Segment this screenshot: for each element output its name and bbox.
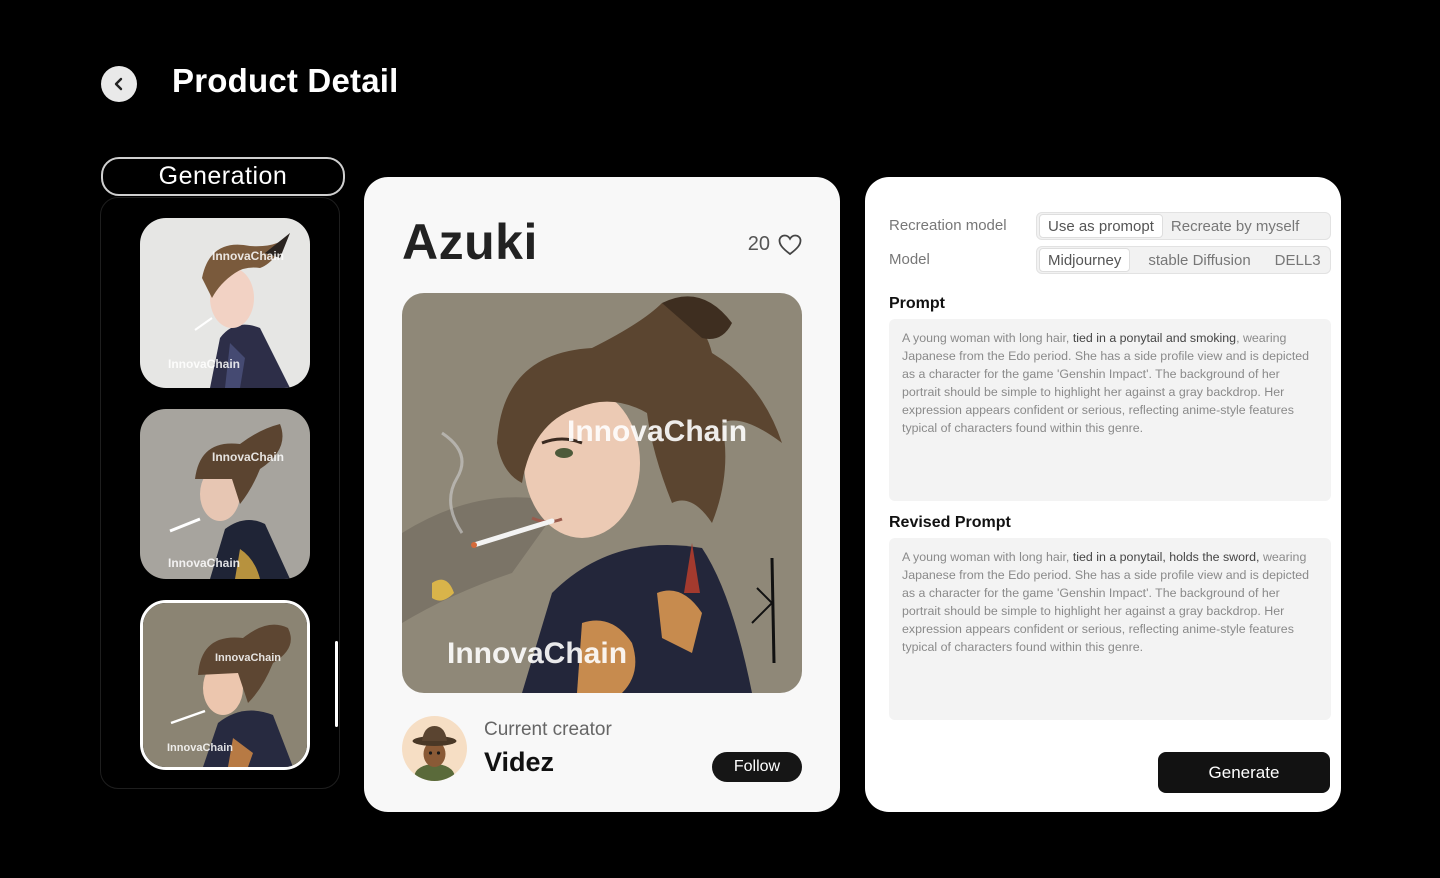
option-use-as-prompt[interactable]: Use as promopt — [1039, 214, 1163, 238]
prompt-title: Prompt — [889, 295, 945, 312]
generation-image: InnovaChain InnovaChain — [143, 603, 307, 767]
avatar-image — [402, 716, 467, 781]
follow-button[interactable]: Follow — [712, 752, 802, 782]
creator-label: Current creator — [484, 719, 612, 740]
watermark-text: InnovaChain — [168, 556, 240, 570]
tab-generation[interactable]: Generation — [101, 157, 345, 196]
back-button[interactable] — [101, 66, 137, 102]
watermark-text: InnovaChain — [212, 450, 284, 464]
watermark-text: InnovaChain — [212, 249, 284, 263]
revised-prompt-highlight: tied in a ponytail, holds the sword, — [1072, 550, 1260, 564]
product-image[interactable]: InnovaChain InnovaChain — [402, 293, 802, 693]
generation-thumbnail-selected[interactable]: InnovaChain InnovaChain — [140, 600, 310, 770]
generation-thumbnail[interactable]: InnovaChain InnovaChain — [140, 409, 310, 579]
generate-button[interactable]: Generate — [1158, 752, 1330, 793]
watermark-text: InnovaChain — [168, 357, 240, 371]
generation-list[interactable]: InnovaChain InnovaChain InnovaChain Inno… — [100, 197, 340, 789]
character-artwork: InnovaChain InnovaChain — [402, 293, 802, 693]
prompt-text: A young woman with long hair, — [902, 331, 1073, 345]
heart-icon[interactable] — [778, 234, 802, 256]
option-midjourney[interactable]: Midjourney — [1039, 248, 1131, 272]
revised-prompt-title: Revised Prompt — [889, 514, 1011, 531]
watermark-text: InnovaChain — [167, 742, 233, 754]
product-name: Azuki — [402, 214, 538, 270]
revised-prompt-textarea[interactable]: A young woman with long hair, tied in a … — [889, 538, 1331, 720]
option-dell3[interactable]: DELL3 — [1267, 249, 1329, 271]
recreation-settings-card: Recreation model Use as promopt Recreate… — [865, 177, 1341, 812]
generation-thumbnail[interactable]: InnovaChain InnovaChain — [140, 218, 310, 388]
like-count: 20 — [747, 233, 770, 255]
model-label: Model — [889, 251, 930, 268]
prompt-text: , wearing Japanese from the Edo period. … — [902, 331, 1310, 435]
creator-avatar[interactable] — [402, 716, 467, 781]
product-card: Azuki 20 InnovaChain InnovaChain Current… — [364, 177, 840, 812]
generation-image: InnovaChain InnovaChain — [140, 409, 310, 579]
recreation-model-label: Recreation model — [889, 217, 1007, 234]
revised-prompt-text: A young woman with long hair, — [902, 550, 1073, 564]
chevron-left-icon — [114, 77, 123, 91]
prompt-textarea[interactable]: A young woman with long hair, tied in a … — [889, 319, 1331, 501]
creator-name[interactable]: Videz — [484, 747, 554, 778]
watermark-text: InnovaChain — [567, 415, 747, 448]
scrollbar-thumb[interactable] — [335, 641, 338, 727]
recreation-model-selector[interactable]: Use as promopt Recreate by myself — [1036, 212, 1331, 240]
option-stable-diffusion[interactable]: stable Diffusion — [1140, 249, 1258, 271]
model-selector[interactable]: Midjourney stable Diffusion DELL3 — [1036, 246, 1331, 274]
watermark-text: InnovaChain — [447, 637, 627, 670]
like-control[interactable]: 20 — [748, 233, 802, 256]
watermark-text: InnovaChain — [215, 652, 281, 664]
generation-image: InnovaChain InnovaChain — [140, 218, 310, 388]
revised-prompt-text: wearing Japanese from the Edo period. Sh… — [902, 550, 1310, 654]
page-title: Product Detail — [172, 62, 399, 99]
option-recreate-by-myself[interactable]: Recreate by myself — [1163, 215, 1307, 237]
prompt-highlight: tied in a ponytail and smoking — [1072, 331, 1237, 345]
